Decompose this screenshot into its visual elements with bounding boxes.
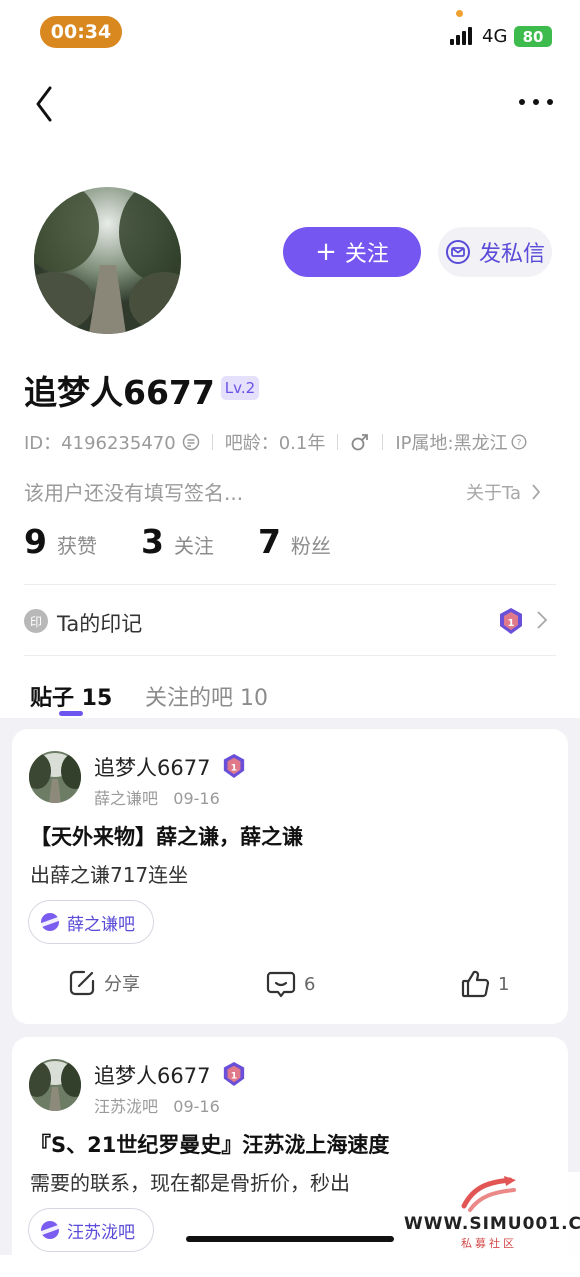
battery-level: 80: [522, 27, 544, 46]
user-bio: 该用户还没有填写签名...: [24, 481, 244, 505]
about-ta-link[interactable]: 关于Ta: [466, 479, 541, 505]
follow-label: 关注: [344, 242, 389, 267]
divider: [24, 655, 556, 656]
watermark-logo: [461, 1176, 516, 1212]
watermark: WWW.SIMU001.CN 私募社区: [398, 1172, 580, 1255]
fans-count[interactable]: 7: [258, 522, 281, 561]
following-label[interactable]: 关注: [174, 530, 214, 559]
meta-separator: [382, 434, 384, 450]
ip-location: IP属地:黑龙江: [395, 433, 508, 454]
cell-signal-icon: [450, 27, 472, 45]
chevron-right-icon: [532, 484, 541, 500]
user-id: ID：4196235470: [24, 433, 176, 454]
watermark-subtitle: 私募社区: [461, 1237, 517, 1250]
profile-meta-row: ID：4196235470 吧龄：0.1年 IP属地:黑龙江 ?: [24, 428, 527, 456]
envelope-icon: [445, 240, 470, 264]
forum-age: 吧龄：0.1年: [224, 433, 326, 454]
tab-posts[interactable]: 贴子 15: [30, 680, 112, 712]
username: 追梦人6677: [24, 373, 215, 412]
share-button[interactable]: 分享: [68, 969, 140, 997]
svg-text:1: 1: [231, 763, 237, 774]
status-time: 00:34: [40, 16, 122, 48]
comment-icon: [266, 971, 296, 998]
planet-icon: [41, 913, 59, 931]
post-meta: 汪苏泷吧 09-16: [94, 1093, 220, 1117]
copy-icon[interactable]: [182, 433, 200, 451]
comment-button[interactable]: 6: [266, 969, 315, 999]
post-forum: 汪苏泷吧: [94, 1097, 159, 1116]
chevron-right-icon[interactable]: [536, 610, 548, 630]
network-type: 4G: [482, 26, 508, 47]
back-arrow-icon[interactable]: [30, 84, 60, 124]
post-body[interactable]: 需要的联系，现在都是骨折价，秒出: [30, 1167, 350, 1196]
stats-row: 9 获赞 3 关注 7 粉丝: [24, 522, 375, 566]
tab-followed-forums[interactable]: 关注的吧 10: [145, 680, 268, 712]
forum-tag-label: 汪苏泷吧: [67, 1222, 135, 1243]
fans-label[interactable]: 粉丝: [291, 530, 331, 559]
achievement-badge-icon: 1: [223, 1062, 245, 1086]
seal-icon: 印: [24, 609, 48, 633]
achievement-badge-icon: 1: [223, 754, 245, 778]
svg-text:1: 1: [231, 1071, 237, 1082]
like-count: 1: [498, 973, 510, 995]
likes-count[interactable]: 9: [24, 522, 47, 561]
active-tab-indicator: [59, 711, 83, 716]
post-title[interactable]: 【天外来物】薛之谦，薛之谦: [30, 821, 303, 851]
home-indicator[interactable]: [186, 1236, 394, 1242]
follow-button[interactable]: + 关注: [283, 227, 421, 277]
achievement-badge-icon[interactable]: 1: [498, 607, 524, 635]
share-label: 分享: [104, 974, 140, 995]
post-body[interactable]: 出薛之谦717连坐: [30, 859, 188, 888]
male-gender-icon: [351, 434, 369, 451]
divider: [24, 584, 556, 585]
forum-tag[interactable]: 汪苏泷吧: [28, 1208, 154, 1252]
post-title[interactable]: 『S、21世纪罗曼史』汪苏泷上海速度: [30, 1129, 389, 1159]
forum-tag[interactable]: 薛之谦吧: [28, 900, 154, 944]
planet-icon: [41, 1221, 59, 1239]
thumbs-up-icon: [461, 970, 490, 998]
private-message-label: 发私信: [478, 242, 545, 267]
meta-separator: [337, 434, 339, 450]
post-meta: 薛之谦吧 09-16: [94, 785, 220, 809]
help-icon[interactable]: ?: [511, 434, 527, 450]
battery-indicator: 80: [514, 26, 552, 47]
share-icon: [69, 970, 95, 996]
author-name[interactable]: 追梦人6677: [94, 1060, 210, 1090]
private-message-button[interactable]: 发私信: [438, 227, 552, 277]
about-ta-label: 关于Ta: [466, 483, 522, 504]
post-card[interactable]: 追梦人6677 1 薛之谦吧 09-16 【天外来物】薛之谦，薛之谦 出薛之谦7…: [12, 729, 568, 1024]
post-date: 09-16: [173, 789, 220, 808]
level-badge[interactable]: Lv.2: [221, 376, 259, 400]
comment-count: 6: [304, 973, 316, 995]
privacy-indicator-dot: [456, 10, 463, 17]
author-avatar[interactable]: [29, 1059, 81, 1111]
marks-label[interactable]: Ta的印记: [57, 608, 142, 638]
post-forum: 薛之谦吧: [94, 789, 159, 808]
svg-text:?: ?: [516, 439, 521, 449]
following-count[interactable]: 3: [141, 522, 164, 561]
more-options-icon[interactable]: [516, 92, 556, 112]
post-date: 09-16: [173, 1097, 220, 1116]
like-button[interactable]: 1: [460, 969, 509, 999]
plus-icon: +: [315, 237, 337, 267]
likes-label[interactable]: 获赞: [57, 530, 97, 559]
meta-separator: [211, 434, 213, 450]
profile-avatar[interactable]: [34, 187, 181, 334]
forum-tag-label: 薛之谦吧: [67, 914, 135, 935]
author-name[interactable]: 追梦人6677: [94, 752, 210, 782]
watermark-site: WWW.SIMU001.CN: [404, 1214, 580, 1234]
author-avatar[interactable]: [29, 751, 81, 803]
svg-text:1: 1: [508, 618, 515, 629]
